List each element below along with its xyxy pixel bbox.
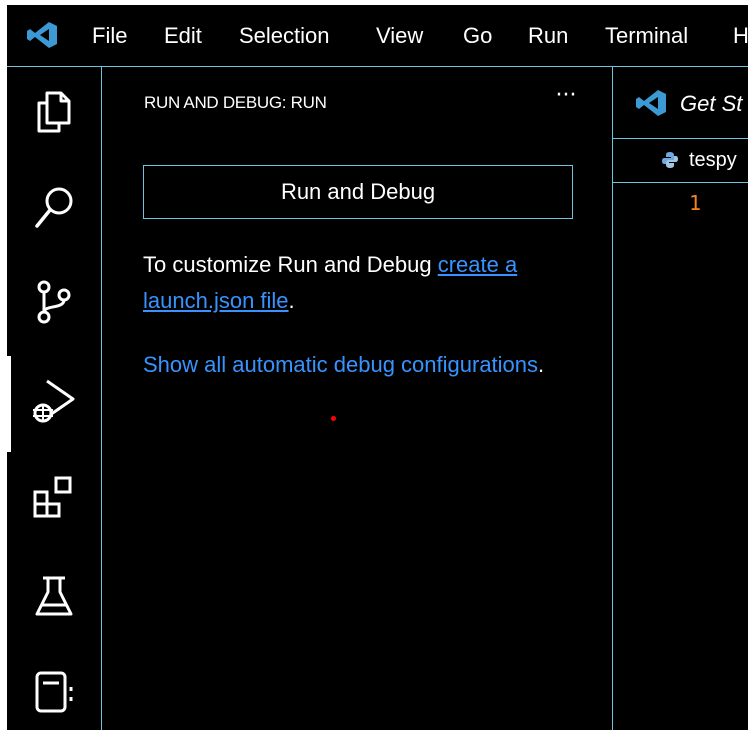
explorer-icon[interactable] xyxy=(29,87,79,137)
more-actions-icon[interactable]: ··· xyxy=(551,83,581,109)
vscode-tab-icon xyxy=(636,90,666,116)
run-debug-icon[interactable] xyxy=(29,375,79,425)
menu-help[interactable]: H xyxy=(733,21,748,51)
menu-bar: File Edit Selection View Go Run Terminal… xyxy=(7,5,748,67)
extensions-icon[interactable] xyxy=(29,472,79,522)
customize-text: To customize Run and Debug xyxy=(143,252,438,277)
search-icon[interactable] xyxy=(29,182,79,232)
editor-area: Get St tespy 1 xyxy=(613,67,748,730)
menu-selection[interactable]: Selection xyxy=(239,21,330,51)
tab-get-started[interactable]: Get St xyxy=(613,67,748,139)
testing-icon[interactable] xyxy=(29,572,79,622)
source-control-icon[interactable] xyxy=(29,277,79,327)
cursor-dot xyxy=(331,416,336,421)
show-configs-paragraph: Show all automatic debug configurations. xyxy=(143,347,583,383)
show-automatic-configs-link[interactable]: Show all automatic debug configurations xyxy=(143,352,538,377)
menu-edit[interactable]: Edit xyxy=(164,21,202,51)
sidebar-title: RUN AND DEBUG: RUN xyxy=(144,93,327,112)
vscode-logo-icon[interactable] xyxy=(26,21,58,49)
menu-run[interactable]: Run xyxy=(528,21,568,51)
run-and-debug-button[interactable]: Run and Debug xyxy=(143,165,573,219)
tab-label: Get St xyxy=(680,91,743,116)
menu-terminal[interactable]: Terminal xyxy=(605,21,688,51)
run-debug-sidebar: RUN AND DEBUG: RUN ··· Run and Debug To … xyxy=(102,67,613,730)
show-configs-period: . xyxy=(538,352,545,377)
vscode-window: File Edit Selection View Go Run Terminal… xyxy=(7,5,748,730)
breadcrumb-file[interactable]: tespy xyxy=(689,145,737,175)
activity-bar xyxy=(7,67,102,730)
breadcrumb: tespy xyxy=(613,139,748,183)
menu-go[interactable]: Go xyxy=(463,21,492,51)
python-file-icon xyxy=(662,152,678,168)
line-number: 1 xyxy=(689,191,702,215)
customize-paragraph: To customize Run and Debug create a laun… xyxy=(143,247,583,319)
notebook-icon[interactable] xyxy=(29,667,79,717)
menu-view[interactable]: View xyxy=(376,21,423,51)
menu-file[interactable]: File xyxy=(92,21,127,51)
active-view-indicator xyxy=(7,356,11,452)
customize-period: . xyxy=(288,288,295,313)
